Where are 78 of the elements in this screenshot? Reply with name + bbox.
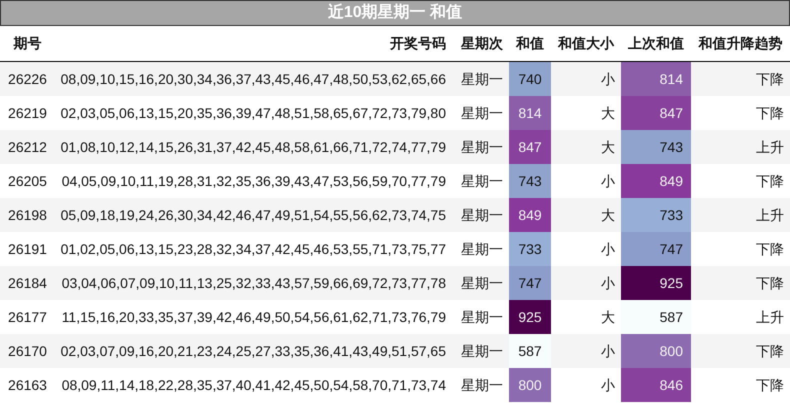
trend-cell-text: 下降 (755, 274, 785, 292)
sum-cell: 800 (509, 368, 551, 402)
size-cell-text: 小 (600, 70, 616, 88)
trend-cell-text: 下降 (755, 172, 785, 190)
numbers-cell-text: 11,15,16,20,33,35,37,39,42,46,49,50,54,56,61,62,71,73,76,79 (60, 308, 447, 326)
numbers-cell-text: 05,09,18,19,24,26,30,34,42,46,47,49,51,54,55,56,62,73,74,75 (60, 206, 447, 224)
trend-cell-text: 下降 (755, 104, 785, 122)
numbers-cell-text: 01,02,05,06,13,15,23,28,32,34,37,42,45,46,53,55,71,73,75,77 (60, 240, 447, 258)
previous-sum-cell: 847 (621, 96, 691, 130)
issue-cell-text: 26205 (7, 172, 48, 190)
trend-cell-text: 上升 (755, 308, 785, 326)
trend-cell-text: 上升 (755, 206, 785, 224)
sum-cell: 733 (509, 232, 551, 266)
issue-cell-text: 26163 (7, 376, 48, 394)
weekday-cell-text: 星期一 (460, 70, 504, 88)
issue-cell-text: 26212 (7, 138, 48, 156)
numbers-cell-text: 08,09,11,14,18,22,28,35,37,40,41,42,45,50,54,58,70,71,73,74 (60, 376, 447, 394)
weekday-cell-text: 星期一 (460, 308, 504, 326)
weekday-cell-text: 星期一 (460, 138, 504, 156)
issue-cell-text: 26177 (7, 308, 48, 326)
size-cell-text: 小 (600, 274, 616, 292)
trend-cell-text: 上升 (755, 138, 785, 156)
previous-sum-cell: 849 (621, 164, 691, 198)
previous-sum-cell: 733 (621, 198, 691, 232)
trend-cell-text: 下降 (755, 70, 785, 88)
sum-cell: 849 (509, 198, 551, 232)
previous-sum-cell: 800 (621, 334, 691, 368)
weekday-cell-text: 星期一 (460, 172, 504, 190)
issue-cell-text: 26170 (7, 342, 48, 360)
weekday-cell-text: 星期一 (460, 240, 504, 258)
trend-cell-text: 下降 (755, 342, 785, 360)
issue-cell-text: 26198 (7, 206, 48, 224)
size-cell-text: 小 (600, 342, 616, 360)
numbers-cell-text: 08,09,10,15,16,20,30,34,36,37,43,45,46,47,48,50,53,62,65,66 (60, 70, 447, 88)
sum-cell: 747 (509, 266, 551, 300)
trend-cell-text: 下降 (755, 376, 785, 394)
size-cell-text: 大 (600, 138, 616, 156)
weekday-cell-text: 星期一 (460, 206, 504, 224)
column-header: 星期次 (460, 34, 504, 53)
column-header: 开奖号码 (389, 34, 447, 53)
sum-cell: 847 (509, 130, 551, 164)
size-cell-text: 大 (600, 308, 616, 326)
weekday-cell-text: 星期一 (460, 104, 504, 122)
column-header: 和值升降趋势 (697, 34, 784, 53)
previous-sum-cell: 587 (621, 300, 691, 334)
size-cell-text: 小 (600, 240, 616, 258)
weekday-cell-text: 星期一 (460, 376, 504, 394)
issue-cell-text: 26226 (7, 70, 48, 88)
table-title: 近10期星期一 和值 (0, 0, 790, 26)
sum-cell: 743 (509, 164, 551, 198)
numbers-cell-text: 01,08,10,12,14,15,26,31,37,42,45,48,58,61,66,71,72,74,77,79 (60, 138, 447, 156)
previous-sum-cell: 925 (621, 266, 691, 300)
numbers-cell-text: 03,04,06,07,09,10,11,13,25,32,33,43,57,59,66,69,72,73,77,78 (60, 274, 447, 292)
sum-cell: 740 (509, 62, 551, 96)
issue-cell-text: 26191 (7, 240, 48, 258)
column-header: 和值大小 (556, 34, 616, 53)
issue-cell-text: 26184 (7, 274, 48, 292)
size-cell-text: 大 (600, 104, 616, 122)
issue-cell-text: 26219 (7, 104, 48, 122)
previous-sum-cell: 747 (621, 232, 691, 266)
column-header: 期号 (12, 34, 42, 53)
previous-sum-cell: 846 (621, 368, 691, 402)
numbers-cell-text: 02,03,07,09,16,20,21,23,24,25,27,33,35,36,41,43,49,51,57,65 (60, 342, 447, 360)
weekday-cell-text: 星期一 (460, 342, 504, 360)
numbers-cell-text: 02,03,05,06,13,15,20,35,36,39,47,48,51,58,65,67,72,73,79,80 (60, 104, 447, 122)
numbers-cell-text: 04,05,09,10,11,19,28,31,32,35,36,39,43,47,53,56,59,70,77,79 (60, 172, 447, 190)
sum-cell: 925 (509, 300, 551, 334)
size-cell-text: 小 (600, 172, 616, 190)
column-header: 和值 (514, 34, 545, 53)
previous-sum-cell: 743 (621, 130, 691, 164)
column-header: 上次和值 (627, 34, 685, 53)
size-cell-text: 大 (600, 206, 616, 224)
trend-cell-text: 下降 (755, 240, 785, 258)
sum-cell: 814 (509, 96, 551, 130)
size-cell-text: 小 (600, 376, 616, 394)
sum-cell: 587 (509, 334, 551, 368)
weekday-cell-text: 星期一 (460, 274, 504, 292)
previous-sum-cell: 814 (621, 62, 691, 96)
